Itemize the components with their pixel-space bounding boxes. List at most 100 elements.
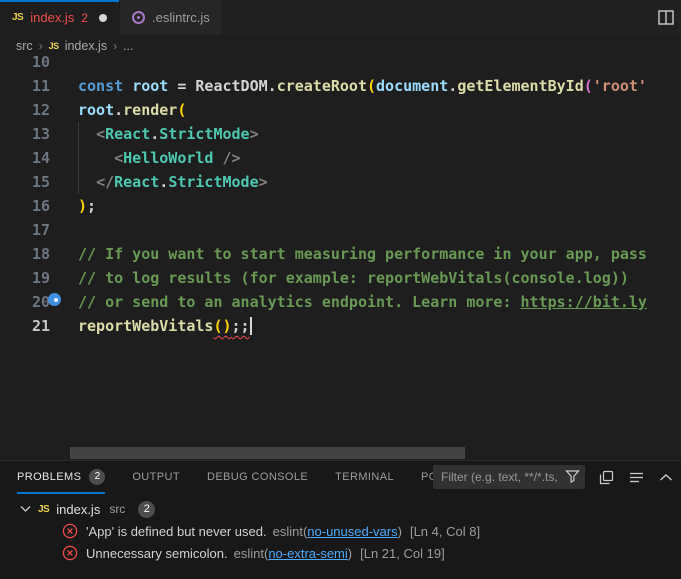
line-number[interactable]: 16 xyxy=(0,194,50,218)
code-token: > xyxy=(259,173,268,191)
code-line[interactable]: 17 xyxy=(0,218,681,242)
tab-label: .eslintrc.js xyxy=(152,10,210,25)
code-token: = xyxy=(168,77,195,95)
code-token: > xyxy=(250,125,259,143)
code-line[interactable]: 14 <HelloWorld /> xyxy=(0,146,681,170)
code-token: const xyxy=(78,77,123,95)
code-token: . xyxy=(448,77,457,95)
line-number[interactable]: 14 xyxy=(0,146,50,170)
javascript-icon: JS xyxy=(12,12,23,23)
problem-row[interactable]: 'App' is defined but never used. eslint(n… xyxy=(0,520,681,542)
code-line[interactable]: 12root.render( xyxy=(0,98,681,122)
tab-bar-empty-space xyxy=(223,0,651,35)
code-line[interactable]: 16); xyxy=(0,194,681,218)
code-token: React xyxy=(114,173,159,191)
panel-tab-debug-console[interactable]: DEBUG CONSOLE xyxy=(207,461,308,494)
breadcrumb-item-symbol[interactable]: ... xyxy=(123,39,133,53)
code-token xyxy=(78,125,96,143)
line-number[interactable]: 20 xyxy=(0,290,50,314)
problem-rule-group: eslint(no-extra-semi) xyxy=(232,546,353,561)
modified-dot-icon[interactable] xyxy=(99,14,107,22)
breadcrumb-item-file[interactable]: index.js xyxy=(65,39,107,53)
duplicate-icon[interactable] xyxy=(597,468,615,486)
line-number[interactable]: 13 xyxy=(0,122,50,146)
code-line[interactable]: 10 xyxy=(0,56,681,74)
code-text: </React.StrictMode> xyxy=(50,170,268,194)
problem-source-close: ) xyxy=(348,546,352,561)
code-line[interactable]: 19// to log results (for example: report… xyxy=(0,266,681,290)
tab-index-js[interactable]: JS index.js 2 xyxy=(0,0,120,35)
editor-tab-bar: JS index.js 2 .eslintrc.js xyxy=(0,0,681,35)
code-token xyxy=(123,77,132,95)
line-number[interactable]: 12 xyxy=(0,98,50,122)
problems-file-row[interactable]: JS index.js src 2 xyxy=(0,498,681,520)
split-editor-icon[interactable] xyxy=(651,0,681,35)
code-line[interactable]: 13 <React.StrictMode> xyxy=(0,122,681,146)
problem-message: 'App' is defined but never used. xyxy=(86,524,267,539)
tab-problem-count: 2 xyxy=(81,11,88,25)
code-line[interactable]: 11const root = ReactDOM.createRoot(docum… xyxy=(0,74,681,98)
code-token: // or send to an analytics endpoint. Lea… xyxy=(78,293,521,311)
code-line[interactable]: 21 reportWebVitals();; xyxy=(0,314,681,338)
code-token: . xyxy=(268,77,277,95)
code-token: root xyxy=(132,77,168,95)
line-number[interactable]: 21 xyxy=(0,314,50,338)
line-number[interactable]: 11 xyxy=(0,74,50,98)
line-number[interactable]: 10 xyxy=(0,56,50,74)
code-editor[interactable]: 1011const root = ReactDOM.createRoot(doc… xyxy=(0,56,681,460)
problems-filter-input[interactable] xyxy=(433,465,585,489)
problem-source: eslint( xyxy=(273,524,308,539)
code-token: ( xyxy=(177,101,186,119)
problem-rule-link[interactable]: no-extra-semi xyxy=(268,546,347,561)
line-number[interactable]: 19 xyxy=(0,266,50,290)
chevron-right-icon: › xyxy=(113,39,117,53)
code-text: const root = ReactDOM.createRoot(documen… xyxy=(50,74,647,98)
chevron-right-icon: › xyxy=(39,39,43,53)
code-line[interactable]: 20 // or send to an analytics endpoint. L… xyxy=(0,290,681,314)
code-token: . xyxy=(159,173,168,191)
code-line[interactable]: 18 // If you want to start measuring perf… xyxy=(0,242,681,266)
code-token: /> xyxy=(223,149,241,167)
code-token: root xyxy=(78,101,114,119)
filter-funnel-icon[interactable] xyxy=(565,469,580,484)
code-token: 'root' xyxy=(593,77,647,95)
problem-message: Unnecessary semicolon. xyxy=(86,546,228,561)
bottom-panel: PROBLEMS2OUTPUTDEBUG CONSOLETERMINALPORT… xyxy=(0,460,681,579)
code-token: reportWebVitals xyxy=(78,317,213,335)
code-text: root.render( xyxy=(50,98,186,122)
line-number[interactable]: 18 xyxy=(0,242,50,266)
panel-tab-bar: PROBLEMS2OUTPUTDEBUG CONSOLETERMINALPORT… xyxy=(0,461,681,494)
code-token: ;; xyxy=(232,317,250,335)
problems-file-name: index.js xyxy=(56,502,100,517)
code-token: // If you want to start measuring perfor… xyxy=(78,245,647,263)
problem-rows: 'App' is defined but never used.eslint(n… xyxy=(0,520,681,564)
line-number[interactable]: 15 xyxy=(0,170,50,194)
problem-source-close: ) xyxy=(398,524,402,539)
code-token: StrictMode xyxy=(168,173,258,191)
panel-tab-problems[interactable]: PROBLEMS2 xyxy=(17,461,105,494)
tab-eslintrc-js[interactable]: .eslintrc.js xyxy=(120,0,223,35)
vscode-window: JS index.js 2 .eslintrc.js src › JS inde… xyxy=(0,0,681,579)
panel-tab-label: PROBLEMS xyxy=(17,471,81,483)
breadcrumb-item-src[interactable]: src xyxy=(16,39,33,53)
code-token: ; xyxy=(87,197,96,215)
horizontal-scrollbar[interactable] xyxy=(70,447,465,459)
line-number[interactable]: 17 xyxy=(0,218,50,242)
code-token: () xyxy=(213,317,231,335)
panel-tab-terminal[interactable]: TERMINAL xyxy=(335,461,394,494)
code-line[interactable]: 15 </React.StrictMode> xyxy=(0,170,681,194)
problem-rule-link[interactable]: no-unused-vars xyxy=(307,524,397,539)
panel-tab-label: OUTPUT xyxy=(132,471,180,483)
code-token: ( xyxy=(584,77,593,95)
problem-row[interactable]: Unnecessary semicolon. eslint(no-extra-se… xyxy=(0,542,681,564)
chevron-up-icon[interactable] xyxy=(657,468,675,486)
menu-lines-icon[interactable] xyxy=(627,468,645,486)
problem-location: [Ln 4, Col 8] xyxy=(410,524,480,539)
code-lines: 1011const root = ReactDOM.createRoot(doc… xyxy=(0,56,681,338)
panel-tab-output[interactable]: OUTPUT xyxy=(132,461,180,494)
code-token: https://bit.ly xyxy=(521,293,647,311)
code-token xyxy=(213,149,222,167)
code-token: . xyxy=(114,101,123,119)
panel-toolbar xyxy=(433,465,675,489)
javascript-icon: JS xyxy=(49,41,59,51)
